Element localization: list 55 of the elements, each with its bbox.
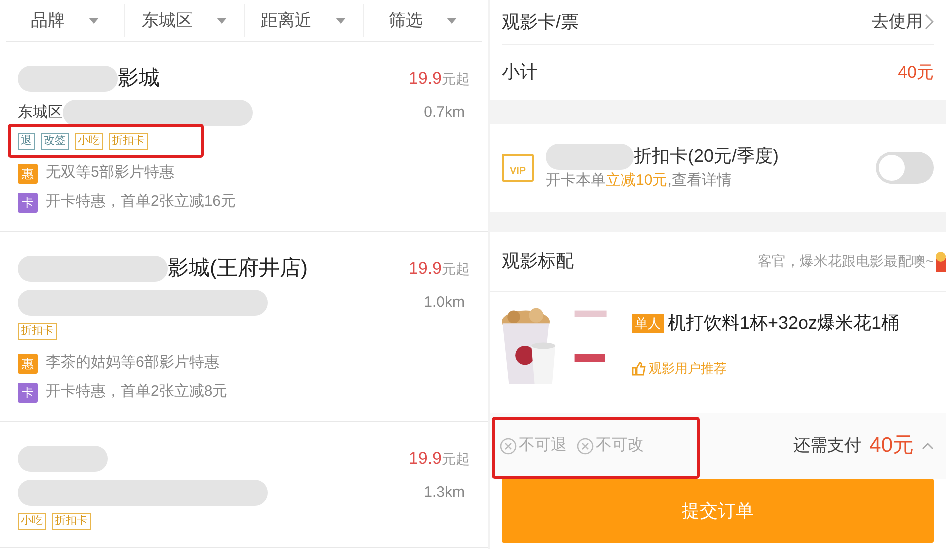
vip-note: 开卡本单立减10元,查看详情 <box>546 171 733 192</box>
distance: 1.0km <box>424 292 466 313</box>
tag: 折扣卡 <box>18 323 57 340</box>
vip-title: 折扣卡(20元/季度) <box>634 145 780 168</box>
tag: 小吃 <box>75 133 103 150</box>
popcorn-icon <box>936 252 946 272</box>
district: 东城区 <box>18 102 63 123</box>
offer-badge: 卡 <box>18 192 38 212</box>
offer-badge: 惠 <box>18 164 38 184</box>
offer-text: 李茶的姑妈等6部影片特惠 <box>46 353 220 374</box>
caret-down-icon <box>336 18 346 24</box>
row-label: 小计 <box>502 61 538 84</box>
filter-dropdown[interactable]: 距离近 <box>244 4 363 37</box>
policy-label: 不可退 <box>519 436 567 456</box>
section-title: 观影标配 <box>502 250 574 273</box>
tag: 小吃 <box>18 513 46 530</box>
cinema-name: 影城(王府井店) <box>168 256 308 282</box>
section-hint: 客官，爆米花跟电影最配噢~ <box>758 252 934 271</box>
tag: 退 <box>18 133 35 150</box>
product-name: 机打饮料1杯+32oz爆米花1桶 <box>668 312 900 335</box>
tag: 改签 <box>41 133 69 150</box>
policy-label: 不可改 <box>596 436 644 456</box>
tag: 折扣卡 <box>52 513 91 530</box>
x-circle-icon <box>577 438 594 454</box>
offer-badge: 卡 <box>18 382 38 402</box>
row-label: 观影卡/票 <box>502 10 580 34</box>
distance: 1.3km <box>424 482 466 503</box>
tag: 折扣卡 <box>109 133 148 150</box>
cinema-name: 影城 <box>118 66 160 92</box>
price: 19.9元起 <box>408 258 470 280</box>
pay-label: 还需支付 <box>794 435 862 458</box>
distance: 0.7km <box>424 102 466 123</box>
caret-down-icon <box>446 18 457 24</box>
filter-dropdown[interactable]: 东城区 <box>124 4 244 37</box>
single-badge: 单人 <box>632 314 664 333</box>
price: 19.9元起 <box>408 68 470 90</box>
caret-down-icon <box>89 18 100 24</box>
thumbs-up-icon <box>632 362 646 376</box>
subtotal-amount: 40元 <box>898 62 934 84</box>
recommend-label: 观影用户推荐 <box>649 360 727 378</box>
use-link[interactable]: 去使用 <box>872 9 934 35</box>
filter-dropdown[interactable]: 品牌 <box>6 4 124 37</box>
pay-amount: 40元 <box>870 433 914 460</box>
offer-text: 开卡特惠，首单2张立减16元 <box>46 192 236 212</box>
offer-text: 无双等5部影片特惠 <box>46 163 174 184</box>
price: 19.9元起 <box>408 448 470 470</box>
caret-up-icon <box>922 442 934 450</box>
offer-badge: 惠 <box>18 354 38 374</box>
vip-icon: VIP <box>502 154 534 182</box>
offer-text: 开卡特惠，首单2张立减8元 <box>46 382 228 402</box>
x-circle-icon <box>500 438 517 454</box>
toggle-switch[interactable] <box>876 152 934 184</box>
filter-dropdown[interactable]: 筛选 <box>362 4 482 37</box>
chevron-right-icon <box>925 14 934 30</box>
caret-down-icon <box>216 18 227 24</box>
